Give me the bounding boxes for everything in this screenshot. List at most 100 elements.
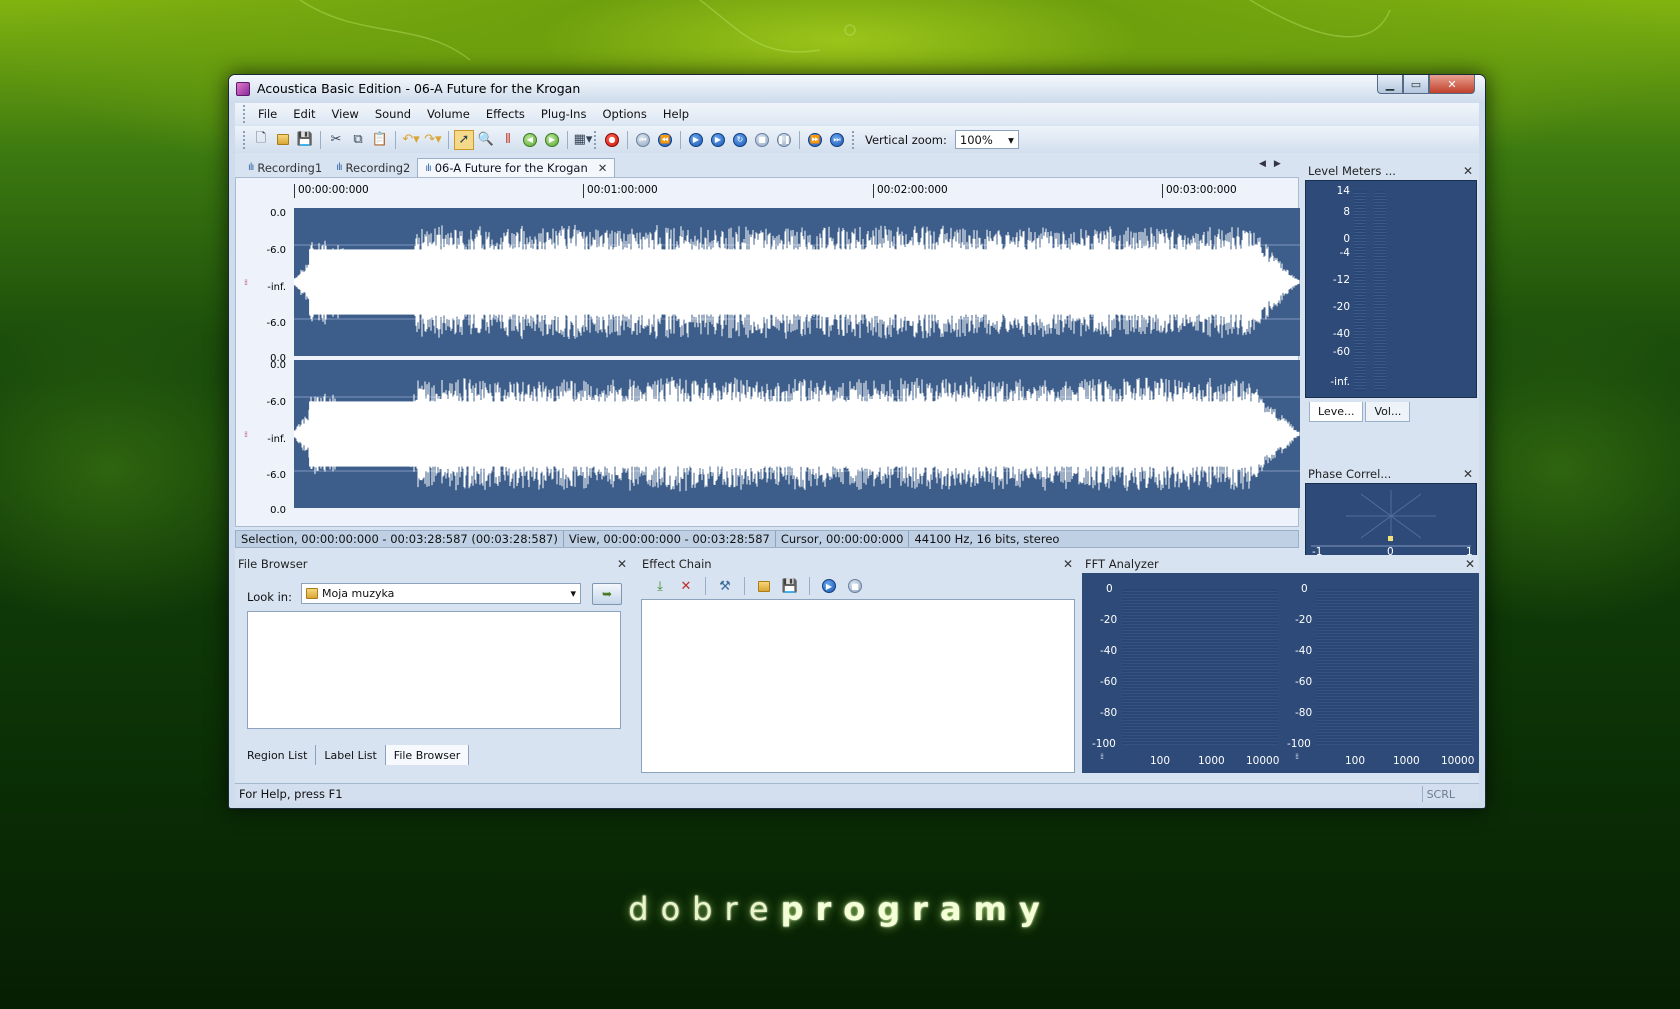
fft-db-label: -80: [1295, 707, 1313, 719]
close-icon[interactable]: ✕: [1063, 557, 1073, 571]
left-channel-waveform[interactable]: [294, 208, 1300, 356]
menu-grip[interactable]: [243, 105, 246, 123]
preview-stop-icon[interactable]: ■: [845, 576, 865, 596]
fft-db-label: -40: [1295, 645, 1313, 657]
effect-chain-list[interactable]: [641, 599, 1075, 773]
new-file-icon[interactable]: 🗋: [251, 130, 271, 150]
menu-help[interactable]: Help: [655, 107, 697, 121]
go-to-start-icon[interactable]: ⏮: [633, 130, 653, 150]
menu-edit[interactable]: Edit: [285, 107, 323, 121]
selection-status: Selection, 00:00:00:000 - 00:03:28:587 (…: [236, 531, 564, 547]
fft-db-label: 0: [1301, 583, 1308, 595]
redo-icon[interactable]: ↷▾: [423, 130, 443, 150]
toolbar-grip[interactable]: [243, 130, 246, 149]
grid-view-icon[interactable]: ▦▾: [573, 130, 593, 150]
effect-settings-icon[interactable]: ⚒: [715, 576, 735, 596]
timeline-tick: [294, 184, 295, 198]
forward-icon[interactable]: ▶: [542, 130, 562, 150]
record-icon[interactable]: ●: [602, 130, 622, 150]
fft-analyzer-title: FFT Analyzer ✕: [1082, 555, 1479, 573]
add-effect-icon[interactable]: ⤓: [650, 576, 670, 596]
toolbar-separator: [627, 130, 628, 149]
back-icon[interactable]: ◀: [520, 130, 540, 150]
brand-light-text: dobre: [628, 890, 781, 928]
close-icon[interactable]: ✕: [617, 557, 627, 571]
close-icon[interactable]: ✕: [1463, 467, 1473, 481]
menu-volume[interactable]: Volume: [419, 107, 478, 121]
tab-scroll-arrows[interactable]: ◀▶: [1259, 159, 1289, 169]
right-channel-waveform[interactable]: [294, 360, 1300, 508]
pause-icon[interactable]: ❚❚: [774, 130, 794, 150]
menu-sound[interactable]: Sound: [367, 107, 419, 121]
grip-icon[interactable]: ⁞⁞: [1100, 753, 1112, 766]
preview-play-icon[interactable]: ▶: [819, 576, 839, 596]
menu-options[interactable]: Options: [594, 107, 654, 121]
zoom-tool-icon[interactable]: 🔍: [476, 130, 496, 150]
play-icon[interactable]: ▶: [686, 130, 706, 150]
timeline-label: 00:02:00:000: [877, 184, 948, 196]
stop-icon[interactable]: ■: [752, 130, 772, 150]
timeline-ruler[interactable]: 00:00:00:000 00:01:00:000 00:02:00:000 0…: [294, 182, 1300, 202]
toolbar-grip[interactable]: [594, 130, 597, 149]
vertical-zoom-select[interactable]: 100% ▾: [954, 130, 1019, 149]
paste-icon[interactable]: 📋: [370, 130, 390, 150]
tab-recording2[interactable]: ılı Recording2: [329, 158, 417, 177]
app-icon: [236, 82, 250, 96]
close-tab-icon[interactable]: ✕: [598, 161, 608, 175]
scroll-lock-indicator: SCRL: [1421, 786, 1459, 802]
go-folder-button[interactable]: ➥: [592, 583, 622, 605]
close-button[interactable]: ✕: [1429, 75, 1475, 94]
vertical-zoom-label: Vertical zoom:: [865, 132, 947, 147]
open-chain-icon[interactable]: [754, 576, 774, 596]
toolbar-separator: [744, 577, 745, 595]
toolbar-separator: [567, 130, 568, 149]
toolbar-separator: [320, 130, 321, 149]
go-to-end-icon[interactable]: ⏭: [827, 130, 847, 150]
tab-region-list[interactable]: Region List: [239, 745, 317, 765]
level-scale-label: -40: [1332, 328, 1350, 340]
loop-icon[interactable]: ↻: [730, 130, 750, 150]
format-status: 44100 Hz, 16 bits, stereo: [914, 532, 1060, 546]
title-bar[interactable]: Acoustica Basic Edition - 06-A Future fo…: [229, 75, 1485, 103]
fft-db-label: -20: [1100, 614, 1118, 626]
maximize-button[interactable]: ▭: [1403, 75, 1429, 94]
right-spectrum-graph: [1317, 589, 1473, 745]
tab-volume[interactable]: Vol...: [1365, 402, 1411, 422]
close-icon[interactable]: ✕: [1463, 164, 1473, 178]
rewind-icon[interactable]: ⏪: [655, 130, 675, 150]
phase-title: Phase Correl... ✕: [1305, 465, 1477, 483]
grip-icon[interactable]: ⁞⁞: [1295, 753, 1307, 766]
minimize-button[interactable]: ▁: [1377, 75, 1403, 94]
close-icon[interactable]: ✕: [1465, 557, 1475, 571]
copy-icon[interactable]: ⧉: [348, 130, 368, 150]
open-folder-icon[interactable]: [273, 130, 293, 150]
undo-icon[interactable]: ↶▾: [401, 130, 421, 150]
tab-file-browser[interactable]: File Browser: [385, 745, 470, 765]
play-selection-icon[interactable]: ▶: [708, 130, 728, 150]
toolbar-grip[interactable]: [852, 130, 855, 149]
look-in-select[interactable]: Moja muzyka ▾: [301, 583, 581, 604]
scrub-tool-icon[interactable]: ⦀: [498, 130, 518, 150]
menu-effects[interactable]: Effects: [478, 107, 533, 121]
fft-db-label: -20: [1295, 614, 1313, 626]
fft-db-label: -100: [1092, 738, 1116, 750]
tab-label-list[interactable]: Label List: [316, 745, 386, 765]
db-label: -6.0: [266, 318, 286, 329]
waveform-editor[interactable]: 00:00:00:000 00:01:00:000 00:02:00:000 0…: [235, 177, 1300, 527]
menu-bar: File Edit View Sound Volume Effects Plug…: [235, 103, 1479, 125]
save-icon[interactable]: 💾: [295, 130, 315, 150]
menu-view[interactable]: View: [324, 107, 367, 121]
remove-effect-icon[interactable]: ✕: [676, 576, 696, 596]
save-chain-icon[interactable]: 💾: [780, 576, 800, 596]
tab-06-a-future-for-the-krogan[interactable]: ılı 06-A Future for the Krogan ✕: [417, 158, 616, 177]
phase-correlation-display: -1 0 1: [1305, 483, 1477, 563]
menu-file[interactable]: File: [250, 107, 285, 121]
select-tool-icon[interactable]: ➚: [454, 129, 474, 150]
tab-level[interactable]: Leve...: [1309, 402, 1364, 422]
view-status: View, 00:00:00:000 - 00:03:28:587: [564, 531, 776, 547]
file-list[interactable]: [247, 611, 621, 729]
fast-forward-icon[interactable]: ⏩: [805, 130, 825, 150]
menu-plugins[interactable]: Plug-Ins: [533, 107, 595, 121]
cut-icon[interactable]: ✂: [326, 130, 346, 150]
tab-recording1[interactable]: ılı Recording1: [241, 158, 329, 177]
